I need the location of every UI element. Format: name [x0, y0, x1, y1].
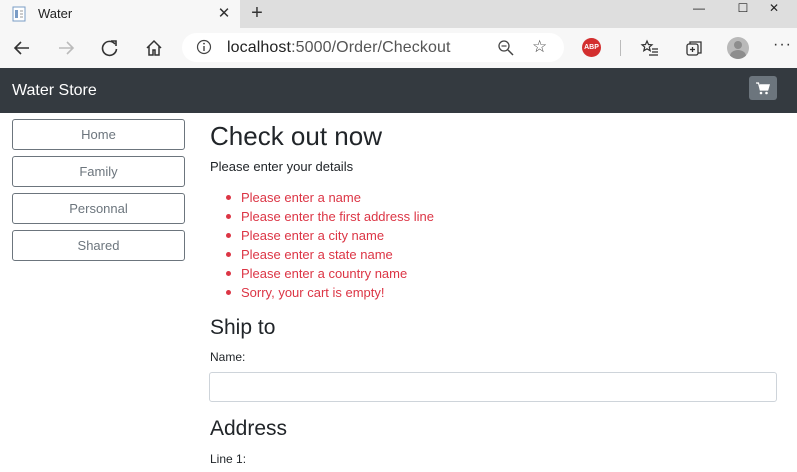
sidebar-item-shared[interactable]: Shared [12, 230, 185, 261]
browser-tab[interactable]: Water ✕ [0, 0, 240, 28]
sidebar-item-home[interactable]: Home [12, 119, 185, 150]
address-line1-label: Line 1: [210, 452, 247, 466]
more-menu-icon[interactable]: ··· [773, 36, 792, 54]
adblock-icon[interactable]: ABP [582, 38, 601, 57]
validation-error: Please enter a state name [226, 247, 434, 266]
address-bar[interactable]: localhost:5000/Order/Checkout ☆ [182, 33, 564, 62]
zoom-icon[interactable] [497, 39, 515, 57]
sidebar-item-family[interactable]: Family [12, 156, 185, 187]
new-tab-button[interactable]: + [246, 2, 268, 24]
validation-error: Please enter a name [226, 190, 434, 209]
refresh-icon[interactable] [97, 36, 123, 60]
favorite-star-icon[interactable]: ☆ [532, 37, 547, 57]
tab-title: Water [38, 6, 73, 21]
address-heading: Address [210, 417, 288, 440]
window-close-button[interactable]: ✕ [751, 0, 797, 16]
page-subtitle: Please enter your details [210, 159, 354, 174]
brand-link[interactable]: Water Store [12, 82, 97, 100]
home-icon[interactable] [141, 36, 167, 60]
browser-tab-strip: Water ✕ + — ☐ ✕ [0, 0, 797, 28]
url-path: :5000/Order/Checkout [291, 39, 451, 56]
validation-summary: Please enter a name Please enter the fir… [226, 190, 434, 304]
cart-button[interactable] [749, 76, 777, 100]
browser-toolbar: localhost:5000/Order/Checkout ☆ [0, 28, 797, 68]
page-title: Check out now [210, 121, 382, 151]
ship-to-heading: Ship to [210, 316, 276, 339]
validation-error: Please enter a city name [226, 228, 434, 247]
validation-error: Please enter the first address line [226, 209, 434, 228]
name-label: Name: [210, 350, 246, 364]
page-favicon-icon [11, 6, 27, 22]
url-host: localhost [227, 39, 292, 56]
profile-avatar[interactable] [727, 37, 749, 59]
url-text[interactable]: localhost:5000/Order/Checkout [227, 39, 450, 57]
cart-icon [756, 81, 770, 94]
app-navbar: Water Store [0, 68, 797, 113]
favorites-icon[interactable] [637, 36, 663, 60]
validation-error: Sorry, your cart is empty! [226, 285, 434, 304]
toolbar-divider [620, 40, 621, 56]
collections-icon[interactable] [681, 36, 707, 60]
minimize-button[interactable]: — [676, 0, 722, 16]
validation-error: Please enter a country name [226, 266, 434, 285]
info-icon[interactable] [196, 39, 212, 55]
sidebar-item-personnal[interactable]: Personnal [12, 193, 185, 224]
back-icon[interactable] [9, 36, 35, 60]
name-input[interactable] [209, 372, 777, 402]
forward-icon[interactable] [53, 36, 79, 60]
tab-close-icon[interactable]: ✕ [214, 3, 234, 23]
